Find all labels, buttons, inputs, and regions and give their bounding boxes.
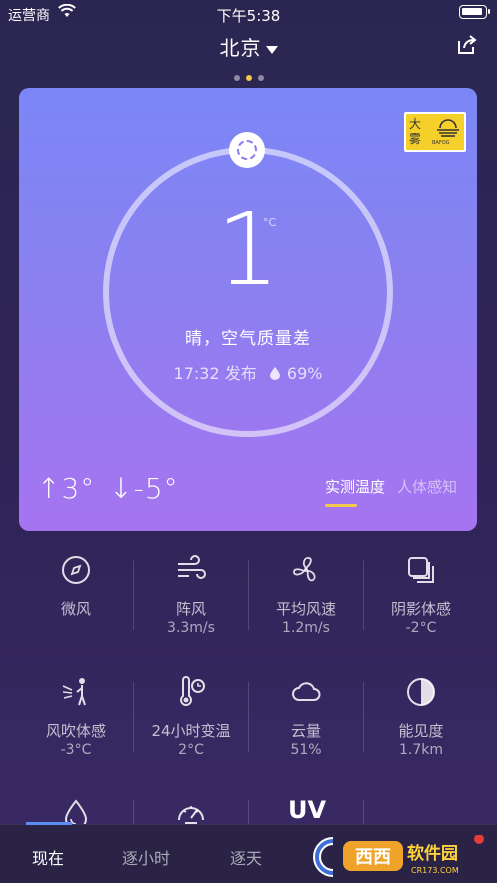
- metric-gust[interactable]: 阵风 3.3m/s: [134, 548, 248, 658]
- fan-icon: [293, 557, 316, 582]
- svg-text:CR173.COM: CR173.COM: [411, 866, 459, 875]
- humidity-value: 69%: [286, 364, 323, 383]
- temperature-unit: °C: [263, 216, 277, 229]
- metric-cloud-cover[interactable]: 云量 51%: [249, 670, 363, 780]
- metric-value: 1.7km: [398, 742, 443, 758]
- battery-icon: [459, 5, 490, 19]
- metric-value: 51%: [290, 742, 322, 758]
- wind-person-icon: [62, 678, 86, 706]
- watermark-logo: 西西 软件园 CR173.COM: [313, 835, 484, 877]
- metric-label: 能见度: [398, 722, 444, 740]
- status-bar: 运营商 下午5:38: [0, 0, 497, 26]
- shadow-icon: [408, 557, 434, 583]
- page-dot: [257, 75, 264, 81]
- fog-warning-badge[interactable]: 大雾 BAFOG: [404, 112, 466, 152]
- metric-avg-wind[interactable]: 平均风速 1.2m/s: [249, 548, 363, 658]
- fog-icon: [437, 119, 459, 137]
- metric-visibility[interactable]: 能见度 1.7km: [364, 670, 478, 780]
- badge-sub: BAFOG: [432, 140, 450, 146]
- metric-value: 2°C: [178, 742, 204, 758]
- metric-label: 微风: [60, 600, 91, 618]
- city-selector[interactable]: 北京: [0, 32, 497, 61]
- tab-hourly[interactable]: 逐小时: [122, 845, 170, 869]
- sun-position-icon: [229, 132, 265, 168]
- thermometer-clock-icon: [180, 676, 205, 706]
- metric-label: 风吹体感: [45, 722, 106, 740]
- weather-card: 大雾 BAFOG 1 °C 晴，空气质量差 17:32 发布 69% ↑3° ↓-…: [19, 88, 477, 531]
- visibility-icon: [407, 678, 435, 706]
- svg-text:西西: 西西: [355, 847, 391, 868]
- publish-time: 17:32 发布: [173, 364, 257, 383]
- weather-condition: 晴，空气质量差: [185, 329, 311, 349]
- uv-icon: UV: [287, 796, 327, 824]
- current-temperature: 1: [216, 191, 280, 308]
- publish-info: 17:32 发布 69%: [19, 360, 477, 384]
- low-temp: ↓-5°: [109, 472, 179, 505]
- active-tab-indicator: [26, 822, 72, 825]
- metric-value: -3°C: [60, 742, 92, 758]
- divider: [363, 800, 364, 824]
- metric-label: 平均风速: [275, 600, 336, 618]
- metric-label: 阴影体感: [390, 600, 451, 618]
- metric-shade-feel[interactable]: 阴影体感 -2°C: [364, 548, 478, 658]
- tab-daily[interactable]: 逐天: [230, 845, 262, 869]
- bottom-tab-bar: 现在 逐小时 逐天 西西 软件园 CR173.COM: [0, 822, 497, 883]
- mode-tab-indicator: [325, 504, 357, 507]
- tab-measured-temp[interactable]: 实测温度: [325, 478, 385, 496]
- svg-text:软件园: 软件园: [407, 843, 458, 864]
- metric-value: -2°C: [405, 620, 437, 636]
- metric-label: 24小时变温: [151, 722, 231, 740]
- metric-windchill[interactable]: 风吹体感 -3°C: [19, 670, 133, 780]
- tab-feels-like[interactable]: 人体感知: [397, 478, 457, 496]
- compass-icon: [62, 556, 90, 584]
- metric-breeze[interactable]: 微风: [19, 548, 133, 658]
- page-indicator[interactable]: [0, 66, 497, 85]
- humidity-drop-icon: [269, 367, 280, 380]
- city-name: 北京: [219, 36, 262, 60]
- high-temp: ↑3°: [37, 472, 96, 505]
- metric-value: 1.2m/s: [282, 620, 330, 636]
- badge-label: 大雾: [409, 117, 422, 146]
- header: 北京: [0, 30, 497, 60]
- page-dot: [233, 75, 240, 81]
- page-dot-active: [245, 75, 252, 81]
- metric-label: 阵风: [175, 600, 206, 618]
- clock: 下午5:38: [216, 7, 281, 25]
- chevron-down-icon: [265, 45, 278, 54]
- wind-icon: [178, 555, 206, 579]
- share-icon[interactable]: [455, 33, 479, 57]
- metric-24h-temp-change[interactable]: 24小时变温 2°C: [134, 670, 248, 780]
- metric-value: 3.3m/s: [167, 620, 215, 636]
- tab-now[interactable]: 现在: [32, 845, 64, 869]
- metric-label: 云量: [290, 722, 321, 740]
- cloud-icon: [292, 682, 321, 701]
- temperature-mode-tabs: 实测温度 人体感知: [313, 476, 457, 497]
- high-low-temps: ↑3° ↓-5°: [37, 472, 193, 505]
